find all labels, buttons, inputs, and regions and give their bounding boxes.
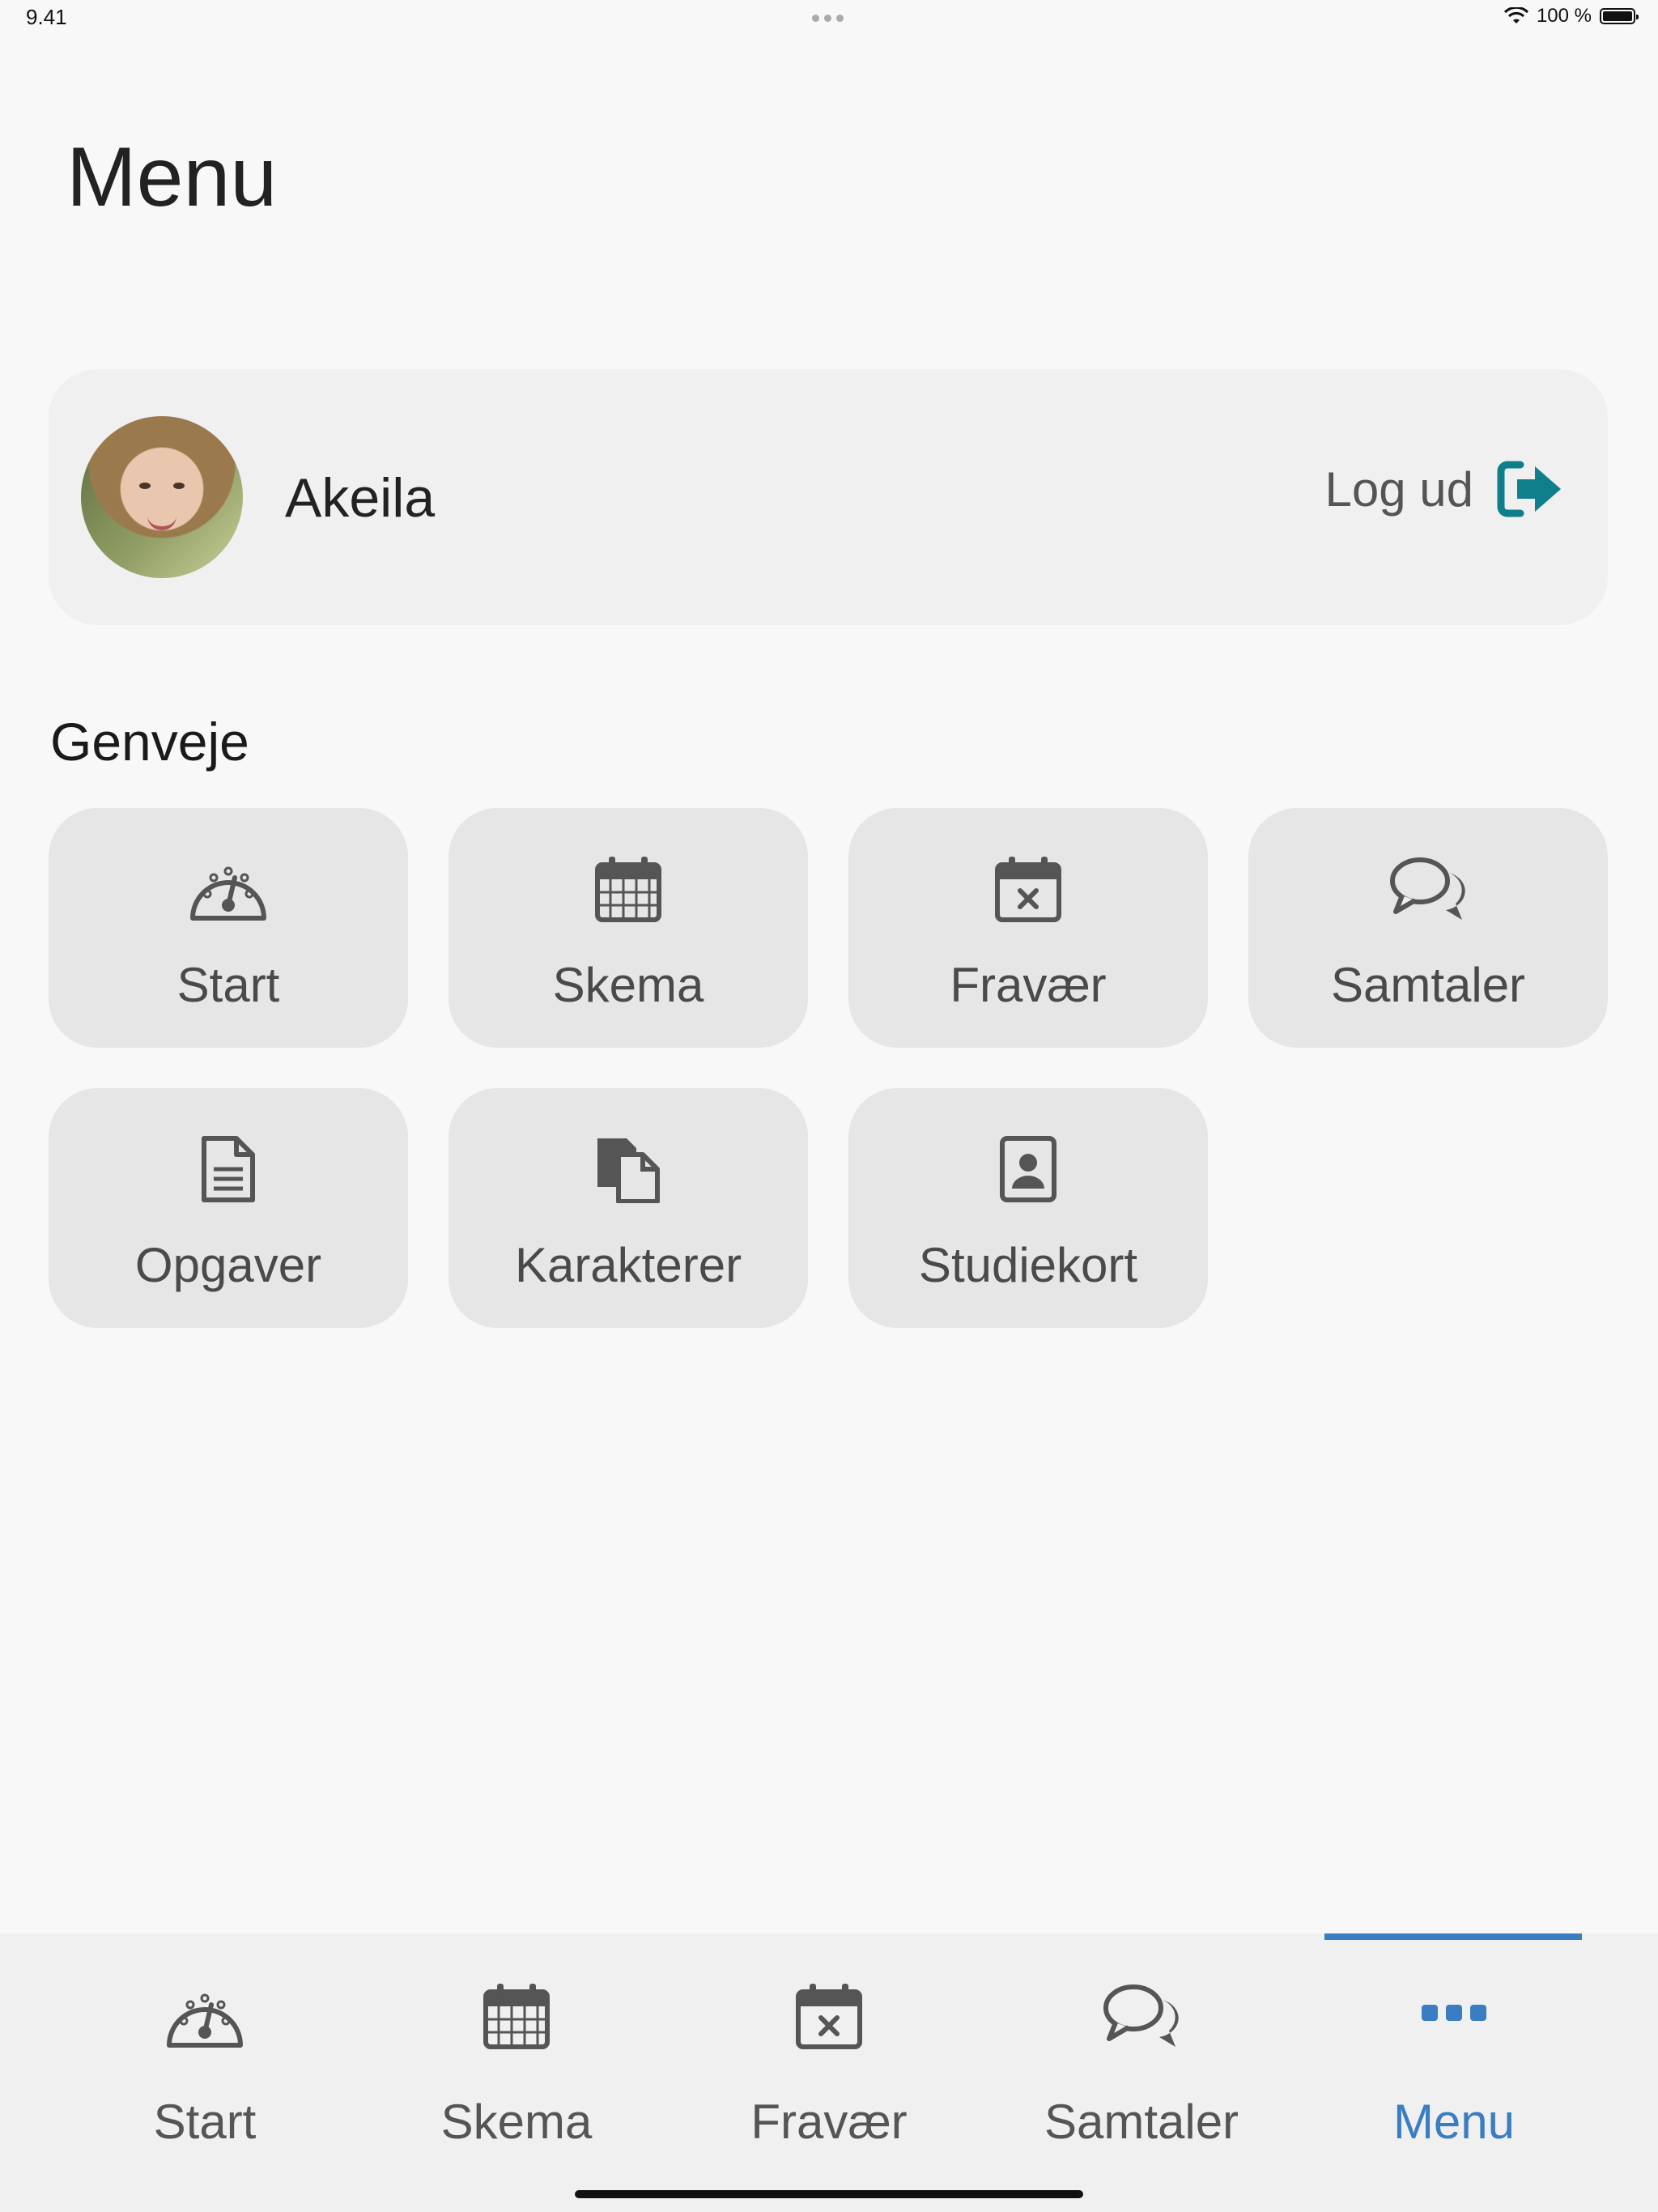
dashboard-icon bbox=[188, 855, 269, 928]
status-time: 9.41 bbox=[26, 5, 67, 29]
tab-label: Samtaler bbox=[1044, 2095, 1239, 2149]
wifi-icon bbox=[1503, 7, 1528, 23]
shortcut-fravaer[interactable]: Fravær bbox=[848, 808, 1208, 1048]
shortcut-label: Studiekort bbox=[918, 1238, 1138, 1292]
profile-card: Akeila Log ud bbox=[49, 369, 1608, 625]
dashboard-icon bbox=[160, 1982, 249, 2063]
shortcut-karakterer[interactable]: Karakterer bbox=[449, 1088, 808, 1328]
battery-percent: 100 % bbox=[1536, 5, 1592, 27]
shortcut-opgaver[interactable]: Opgaver bbox=[49, 1088, 408, 1328]
sign-out-icon bbox=[1497, 461, 1561, 517]
tab-samtaler[interactable]: Samtaler bbox=[988, 1933, 1295, 2176]
logout-button[interactable]: Log ud bbox=[1324, 460, 1564, 518]
shortcut-label: Fravær bbox=[950, 958, 1107, 1012]
tab-label: Menu bbox=[1392, 2095, 1516, 2149]
tab-label: Start bbox=[153, 2095, 257, 2149]
more-icon bbox=[1409, 2003, 1499, 2084]
tab-label: Fravær bbox=[750, 2095, 908, 2149]
id-card-icon bbox=[988, 1135, 1069, 1208]
calendar-x-icon bbox=[988, 855, 1069, 928]
document-icon bbox=[188, 1135, 269, 1208]
logout-label: Log ud bbox=[1324, 462, 1473, 517]
shortcut-skema[interactable]: Skema bbox=[449, 808, 808, 1048]
avatar bbox=[81, 416, 243, 578]
chat-icon bbox=[1388, 855, 1469, 928]
multitasking-dots-icon[interactable] bbox=[810, 11, 846, 26]
tab-skema[interactable]: Skema bbox=[363, 1933, 670, 2176]
shortcut-label: Opgaver bbox=[134, 1238, 322, 1292]
tab-bar: Start Skema Fravær Samtaler Menu bbox=[0, 1933, 1658, 2212]
calendar-icon bbox=[472, 1982, 561, 2063]
calendar-icon bbox=[588, 855, 669, 928]
page-title: Menu bbox=[66, 130, 278, 224]
shortcut-label: Samtaler bbox=[1330, 958, 1526, 1012]
chat-icon bbox=[1097, 1982, 1186, 2063]
shortcut-label: Skema bbox=[552, 958, 704, 1012]
shortcut-studiekort[interactable]: Studiekort bbox=[848, 1088, 1208, 1328]
tab-start[interactable]: Start bbox=[51, 1933, 359, 2176]
home-indicator[interactable] bbox=[575, 2190, 1083, 2198]
documents-icon bbox=[588, 1135, 669, 1208]
calendar-x-icon bbox=[784, 1982, 874, 2063]
shortcut-samtaler[interactable]: Samtaler bbox=[1248, 808, 1608, 1048]
tab-label: Skema bbox=[440, 2095, 593, 2149]
profile-name: Akeila bbox=[285, 467, 436, 529]
status-bar: 9.41 100 % bbox=[0, 0, 1658, 39]
shortcut-start[interactable]: Start bbox=[49, 808, 408, 1048]
tab-menu[interactable]: Menu bbox=[1300, 1933, 1608, 2176]
tab-fravaer[interactable]: Fravær bbox=[675, 1933, 983, 2176]
shortcut-label: Start bbox=[176, 958, 280, 1012]
shortcuts-title: Genveje bbox=[50, 712, 249, 772]
shortcut-label: Karakterer bbox=[514, 1238, 742, 1292]
battery-icon bbox=[1600, 8, 1639, 24]
